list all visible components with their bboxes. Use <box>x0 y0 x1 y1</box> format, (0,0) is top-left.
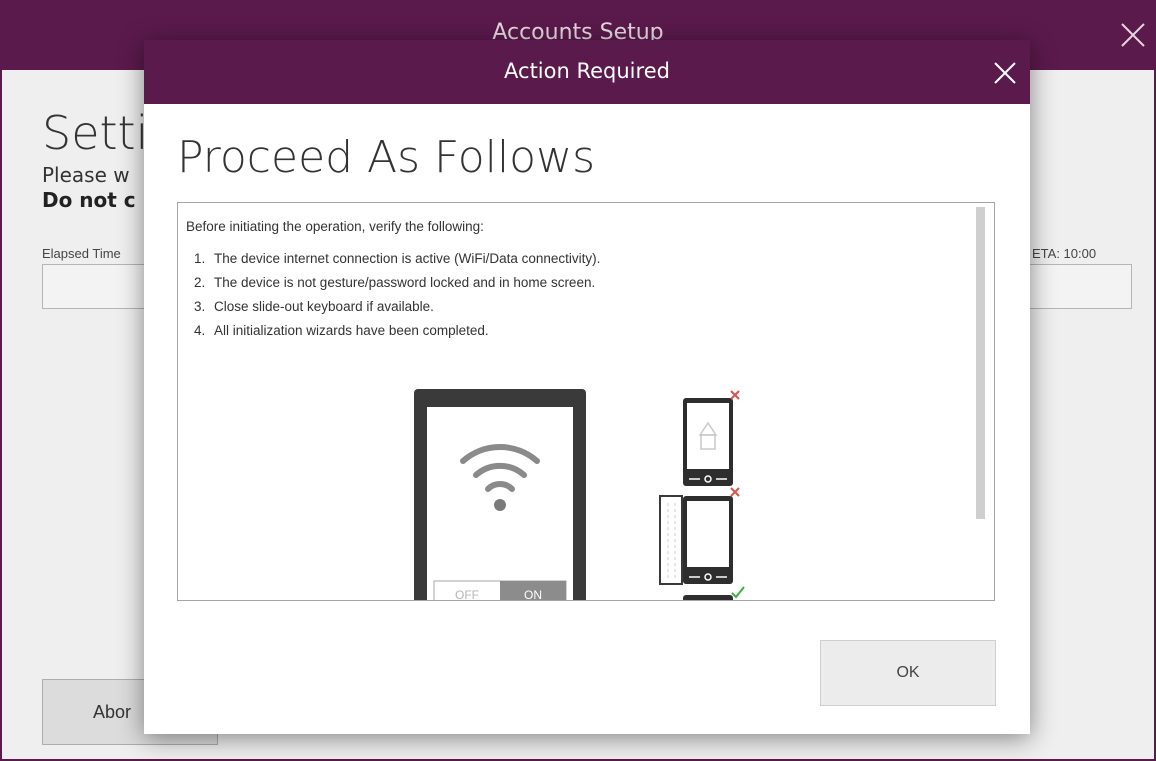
phone-lock-icon <box>683 398 733 486</box>
warning-message: Do not c <box>42 188 136 212</box>
instructions-panel[interactable]: Before initiating the operation, verify … <box>177 202 995 601</box>
wifi-toggle: OFF ON <box>433 580 567 601</box>
device-illustration: OFF ON <box>414 389 745 601</box>
dialog-title: Action Required <box>504 59 670 83</box>
dialog-titlebar: Action Required <box>144 40 1030 104</box>
elapsed-time-label: Elapsed Time <box>42 246 121 261</box>
close-icon[interactable] <box>990 58 1020 88</box>
close-icon[interactable] <box>1116 18 1150 52</box>
ok-button[interactable]: OK <box>820 640 996 706</box>
check-icon <box>731 586 745 599</box>
action-required-dialog: Action Required Proceed As Follows Befor… <box>144 40 1030 734</box>
wifi-dot <box>494 499 506 511</box>
phone-keyboard-icon <box>659 495 733 585</box>
scrollbar[interactable] <box>976 207 985 519</box>
toggle-on-label: ON <box>524 588 542 601</box>
tablet-illustration: OFF ON <box>414 389 586 601</box>
eta-label: ETA: 10:00 <box>1032 246 1097 261</box>
dialog-heading: Proceed As Follows <box>177 132 595 183</box>
page-title: Setti <box>42 106 149 160</box>
cross-icon <box>730 390 740 400</box>
cross-icon <box>730 487 740 497</box>
phone-ok-icon <box>683 595 733 600</box>
status-message: Please w <box>42 163 130 187</box>
toggle-off-label: OFF <box>455 588 479 601</box>
